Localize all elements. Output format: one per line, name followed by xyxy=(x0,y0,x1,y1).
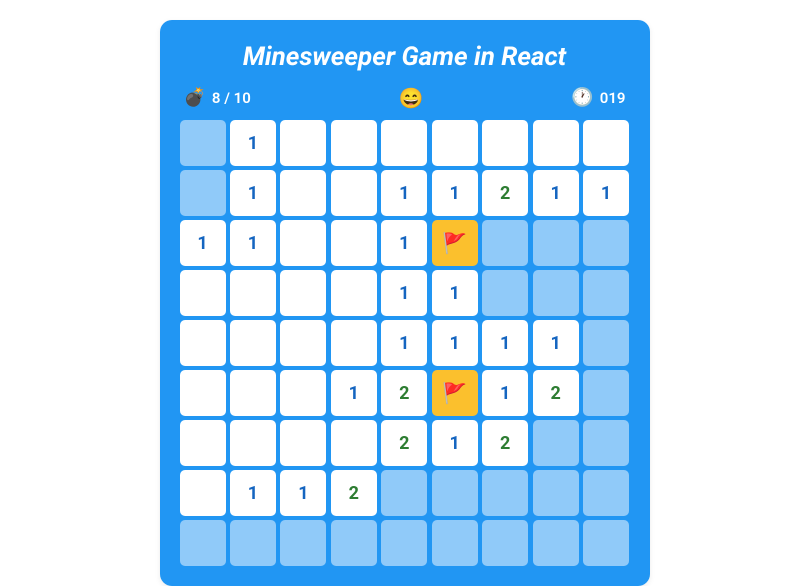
cell-7-8[interactable] xyxy=(583,470,629,516)
cell-8-2[interactable] xyxy=(280,520,326,566)
cell-0-2[interactable] xyxy=(280,120,326,166)
clock-icon: 🕐 xyxy=(571,89,593,107)
cell-4-0[interactable] xyxy=(180,320,226,366)
flags-count: 8 / 10 xyxy=(212,89,251,107)
cell-7-3[interactable]: 2 xyxy=(331,470,377,516)
cell-0-4[interactable] xyxy=(381,120,427,166)
cell-5-4[interactable]: 2 xyxy=(381,370,427,416)
mines-remaining: 💣 8 / 10 xyxy=(184,89,251,107)
cell-7-7[interactable] xyxy=(533,470,579,516)
cell-4-6[interactable]: 1 xyxy=(482,320,528,366)
cell-5-2[interactable] xyxy=(280,370,326,416)
cell-6-2[interactable] xyxy=(280,420,326,466)
cell-8-7[interactable] xyxy=(533,520,579,566)
cell-7-5[interactable] xyxy=(432,470,478,516)
cell-4-3[interactable] xyxy=(331,320,377,366)
cell-0-0[interactable] xyxy=(180,120,226,166)
cell-2-4[interactable]: 1 xyxy=(381,220,427,266)
cell-0-7[interactable] xyxy=(533,120,579,166)
bomb-icon: 💣 xyxy=(184,89,206,107)
face-icon: 😄 xyxy=(399,86,424,110)
cell-5-5[interactable]: 🚩 xyxy=(432,370,478,416)
cell-6-4[interactable]: 2 xyxy=(381,420,427,466)
cell-3-3[interactable] xyxy=(331,270,377,316)
cell-2-5[interactable]: 🚩 xyxy=(432,220,478,266)
minesweeper-game: Minesweeper Game in React 💣 8 / 10 😄 🕐 0… xyxy=(160,20,650,586)
cell-4-2[interactable] xyxy=(280,320,326,366)
cell-8-3[interactable] xyxy=(331,520,377,566)
cell-3-8[interactable] xyxy=(583,270,629,316)
status-bar: 💣 8 / 10 😄 🕐 019 xyxy=(180,86,630,120)
cell-1-7[interactable]: 1 xyxy=(533,170,579,216)
timer-value: 019 xyxy=(600,89,626,107)
cell-7-0[interactable] xyxy=(180,470,226,516)
cell-1-0[interactable] xyxy=(180,170,226,216)
cell-2-7[interactable] xyxy=(533,220,579,266)
cell-6-6[interactable]: 2 xyxy=(482,420,528,466)
cell-5-8[interactable] xyxy=(583,370,629,416)
cell-8-6[interactable] xyxy=(482,520,528,566)
cell-3-7[interactable] xyxy=(533,270,579,316)
cell-4-5[interactable]: 1 xyxy=(432,320,478,366)
cell-1-4[interactable]: 1 xyxy=(381,170,427,216)
cell-5-3[interactable]: 1 xyxy=(331,370,377,416)
cell-5-0[interactable] xyxy=(180,370,226,416)
cell-2-0[interactable]: 1 xyxy=(180,220,226,266)
cell-4-4[interactable]: 1 xyxy=(381,320,427,366)
cell-6-5[interactable]: 1 xyxy=(432,420,478,466)
cell-3-4[interactable]: 1 xyxy=(381,270,427,316)
cell-6-3[interactable] xyxy=(331,420,377,466)
cell-1-5[interactable]: 1 xyxy=(432,170,478,216)
cell-6-8[interactable] xyxy=(583,420,629,466)
cell-0-1[interactable]: 1 xyxy=(230,120,276,166)
reset-button[interactable]: 😄 xyxy=(399,86,424,110)
page-title: Minesweeper Game in React xyxy=(180,42,630,72)
cell-3-1[interactable] xyxy=(230,270,276,316)
cell-7-1[interactable]: 1 xyxy=(230,470,276,516)
cell-3-5[interactable]: 1 xyxy=(432,270,478,316)
cell-2-3[interactable] xyxy=(331,220,377,266)
cell-0-6[interactable] xyxy=(482,120,528,166)
cell-0-5[interactable] xyxy=(432,120,478,166)
cell-5-1[interactable] xyxy=(230,370,276,416)
cell-1-1[interactable]: 1 xyxy=(230,170,276,216)
cell-2-1[interactable]: 1 xyxy=(230,220,276,266)
cell-4-8[interactable] xyxy=(583,320,629,366)
game-board: 1111211111🚩11111112🚩12212112 xyxy=(180,120,630,566)
cell-6-7[interactable] xyxy=(533,420,579,466)
cell-0-8[interactable] xyxy=(583,120,629,166)
cell-6-1[interactable] xyxy=(230,420,276,466)
cell-1-2[interactable] xyxy=(280,170,326,216)
cell-7-6[interactable] xyxy=(482,470,528,516)
cell-4-1[interactable] xyxy=(230,320,276,366)
cell-5-6[interactable]: 1 xyxy=(482,370,528,416)
cell-6-0[interactable] xyxy=(180,420,226,466)
cell-8-5[interactable] xyxy=(432,520,478,566)
cell-1-3[interactable] xyxy=(331,170,377,216)
cell-8-8[interactable] xyxy=(583,520,629,566)
cell-8-0[interactable] xyxy=(180,520,226,566)
cell-4-7[interactable]: 1 xyxy=(533,320,579,366)
cell-2-6[interactable] xyxy=(482,220,528,266)
timer: 🕐 019 xyxy=(571,89,625,107)
cell-3-0[interactable] xyxy=(180,270,226,316)
cell-7-2[interactable]: 1 xyxy=(280,470,326,516)
cell-7-4[interactable] xyxy=(381,470,427,516)
cell-1-6[interactable]: 2 xyxy=(482,170,528,216)
cell-1-8[interactable]: 1 xyxy=(583,170,629,216)
cell-0-3[interactable] xyxy=(331,120,377,166)
cell-8-1[interactable] xyxy=(230,520,276,566)
cell-5-7[interactable]: 2 xyxy=(533,370,579,416)
cell-3-6[interactable] xyxy=(482,270,528,316)
cell-2-8[interactable] xyxy=(583,220,629,266)
cell-3-2[interactable] xyxy=(280,270,326,316)
cell-2-2[interactable] xyxy=(280,220,326,266)
cell-8-4[interactable] xyxy=(381,520,427,566)
